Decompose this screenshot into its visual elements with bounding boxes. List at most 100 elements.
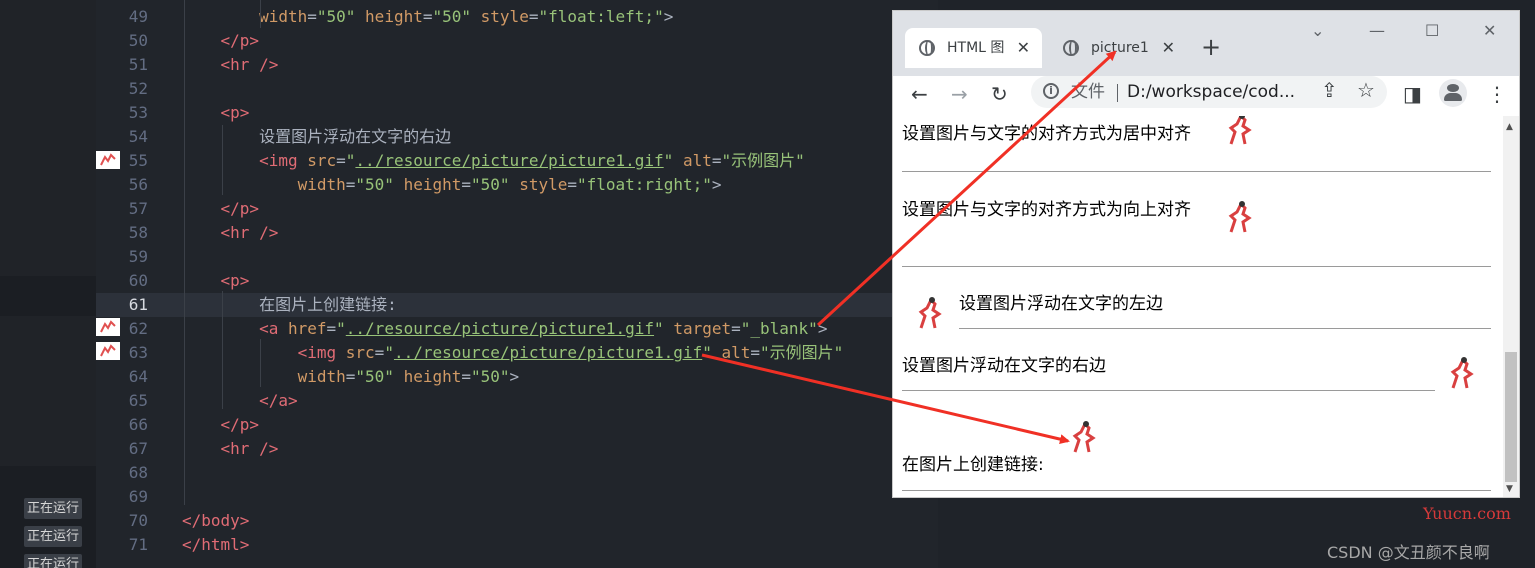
- indent-guide: [260, 339, 261, 387]
- code-line[interactable]: 59: [96, 245, 938, 269]
- maximize-button[interactable]: ☐: [1425, 21, 1439, 40]
- code-line[interactable]: 70 </body>: [96, 509, 938, 533]
- picture-image: [1228, 201, 1252, 233]
- scroll-thumb[interactable]: [1505, 352, 1517, 482]
- close-tab-icon[interactable]: ✕: [1162, 28, 1175, 68]
- line-number: 53: [128, 103, 148, 122]
- picture-image: [918, 297, 942, 329]
- line-code[interactable]: width="50" height="50">: [182, 365, 520, 389]
- divider: [959, 328, 1491, 329]
- line-code[interactable]: </p>: [182, 413, 260, 437]
- person-icon: [1447, 84, 1459, 92]
- address-scheme-label: 文件: [1071, 82, 1105, 102]
- tab-title: HTML 图: [947, 40, 1005, 56]
- line-code[interactable]: <a href="../resource/picture/picture1.gi…: [182, 317, 827, 341]
- code-line[interactable]: 71 </html>: [96, 533, 938, 557]
- code-line[interactable]: 50 </p>: [96, 29, 938, 53]
- line-code[interactable]: </p>: [182, 29, 260, 53]
- code-line[interactable]: 53 <p>: [96, 101, 938, 125]
- line-number: 52: [128, 79, 148, 98]
- picture-image: [1228, 116, 1252, 145]
- line-number: 50: [128, 31, 148, 50]
- line-code[interactable]: width="50" height="50" style="float:righ…: [182, 173, 722, 197]
- divider: [902, 266, 1491, 267]
- address-separator: [1117, 84, 1118, 102]
- line-code[interactable]: width="50" height="50" style="float:left…: [182, 5, 673, 29]
- line-number: 71: [128, 535, 148, 554]
- person-body: [1444, 93, 1462, 101]
- back-button[interactable]: ←: [911, 80, 928, 108]
- text-float-left: 设置图片浮动在文字的左边: [959, 294, 1163, 314]
- line-code[interactable]: </a>: [182, 389, 298, 413]
- picture-image: [1450, 357, 1474, 389]
- menu-icon[interactable]: ⋮: [1487, 80, 1507, 108]
- browser-toolbar: ← → ↻ i 文件 D:/workspace/cod... ⇪ ☆ ◨ ⋮: [893, 76, 1519, 113]
- globe-icon: [919, 40, 935, 56]
- line-number: 49: [128, 7, 148, 26]
- address-bar[interactable]: i 文件 D:/workspace/cod... ⇪ ☆: [1031, 76, 1387, 108]
- running-status[interactable]: 正在运行: [24, 498, 82, 519]
- forward-button[interactable]: →: [951, 80, 968, 108]
- line-code[interactable]: <hr />: [182, 53, 279, 77]
- reload-button[interactable]: ↻: [991, 80, 1008, 108]
- line-number: 60: [128, 271, 148, 290]
- profile-avatar[interactable]: [1439, 79, 1467, 107]
- line-number: 57: [128, 199, 148, 218]
- code-line[interactable]: 68: [96, 461, 938, 485]
- running-status[interactable]: 正在运行: [24, 554, 82, 568]
- line-code[interactable]: </body>: [182, 509, 249, 533]
- line-number: 66: [128, 415, 148, 434]
- close-window-button[interactable]: ✕: [1483, 21, 1496, 40]
- line-number: 58: [128, 223, 148, 242]
- indent-guide: [222, 291, 223, 409]
- divider: [902, 171, 1491, 172]
- tab-html[interactable]: HTML 图 ✕: [905, 28, 1042, 68]
- code-line[interactable]: 51 <hr />: [96, 53, 938, 77]
- line-code[interactable]: <hr />: [182, 221, 279, 245]
- line-number: 61: [128, 295, 148, 314]
- code-line[interactable]: 69: [96, 485, 938, 509]
- line-code[interactable]: </html>: [182, 533, 249, 557]
- divider: [902, 390, 1435, 391]
- side-panel-icon[interactable]: ◨: [1403, 80, 1422, 108]
- line-number: 51: [128, 55, 148, 74]
- gutter-image-preview: [96, 342, 120, 360]
- line-code[interactable]: <img src="../resource/picture/picture1.g…: [182, 341, 844, 365]
- code-line[interactable]: 49 width="50" height="50" style="float:l…: [96, 5, 938, 29]
- line-number: 56: [128, 175, 148, 194]
- info-icon[interactable]: i: [1043, 83, 1059, 99]
- page-content: 设置图片与文字的对齐方式为居中对齐 设置图片与文字的对齐方式为向上对齐 设置图片…: [893, 116, 1503, 497]
- line-code[interactable]: <p>: [182, 101, 250, 125]
- star-icon[interactable]: ☆: [1357, 76, 1375, 104]
- code-line[interactable]: 66 </p>: [96, 413, 938, 437]
- tab-title: picture1: [1091, 40, 1149, 56]
- code-line[interactable]: 57 </p>: [96, 197, 938, 221]
- left-panel: 正在运行 正在运行 正在运行: [0, 0, 96, 568]
- tab-search-icon[interactable]: ⌄: [1311, 21, 1324, 40]
- scroll-up-icon[interactable]: ▲: [1506, 122, 1513, 132]
- code-line[interactable]: 52: [96, 77, 938, 101]
- gutter-image-preview: [96, 151, 120, 169]
- line-code[interactable]: <p>: [182, 269, 250, 293]
- line-code[interactable]: <hr />: [182, 437, 279, 461]
- line-code[interactable]: <img src="../resource/picture/picture1.g…: [182, 149, 805, 173]
- close-tab-icon[interactable]: ✕: [1017, 28, 1030, 68]
- text-image-link: 在图片上创建链接:: [902, 455, 1044, 475]
- line-code[interactable]: </p>: [182, 197, 260, 221]
- share-icon[interactable]: ⇪: [1321, 76, 1338, 104]
- address-url[interactable]: D:/workspace/cod...: [1127, 76, 1305, 108]
- page-scrollbar[interactable]: ▲ ▼: [1503, 116, 1519, 497]
- scroll-down-icon[interactable]: ▼: [1506, 484, 1513, 494]
- line-code[interactable]: 在图片上创建链接:: [182, 293, 397, 317]
- picture-link-image[interactable]: [1065, 418, 1101, 456]
- code-line[interactable]: 60 <p>: [96, 269, 938, 293]
- code-line[interactable]: 67 <hr />: [96, 437, 938, 461]
- globe-icon: [1063, 40, 1079, 56]
- minimize-button[interactable]: —: [1369, 21, 1385, 40]
- new-tab-button[interactable]: +: [1201, 32, 1221, 62]
- divider: [902, 490, 1491, 491]
- tab-picture1[interactable]: picture1 ✕: [1049, 28, 1187, 68]
- code-line[interactable]: 58 <hr />: [96, 221, 938, 245]
- tab-bar: HTML 图 ✕ picture1 ✕ + ⌄ — ☐ ✕: [893, 11, 1519, 76]
- running-status[interactable]: 正在运行: [24, 526, 82, 547]
